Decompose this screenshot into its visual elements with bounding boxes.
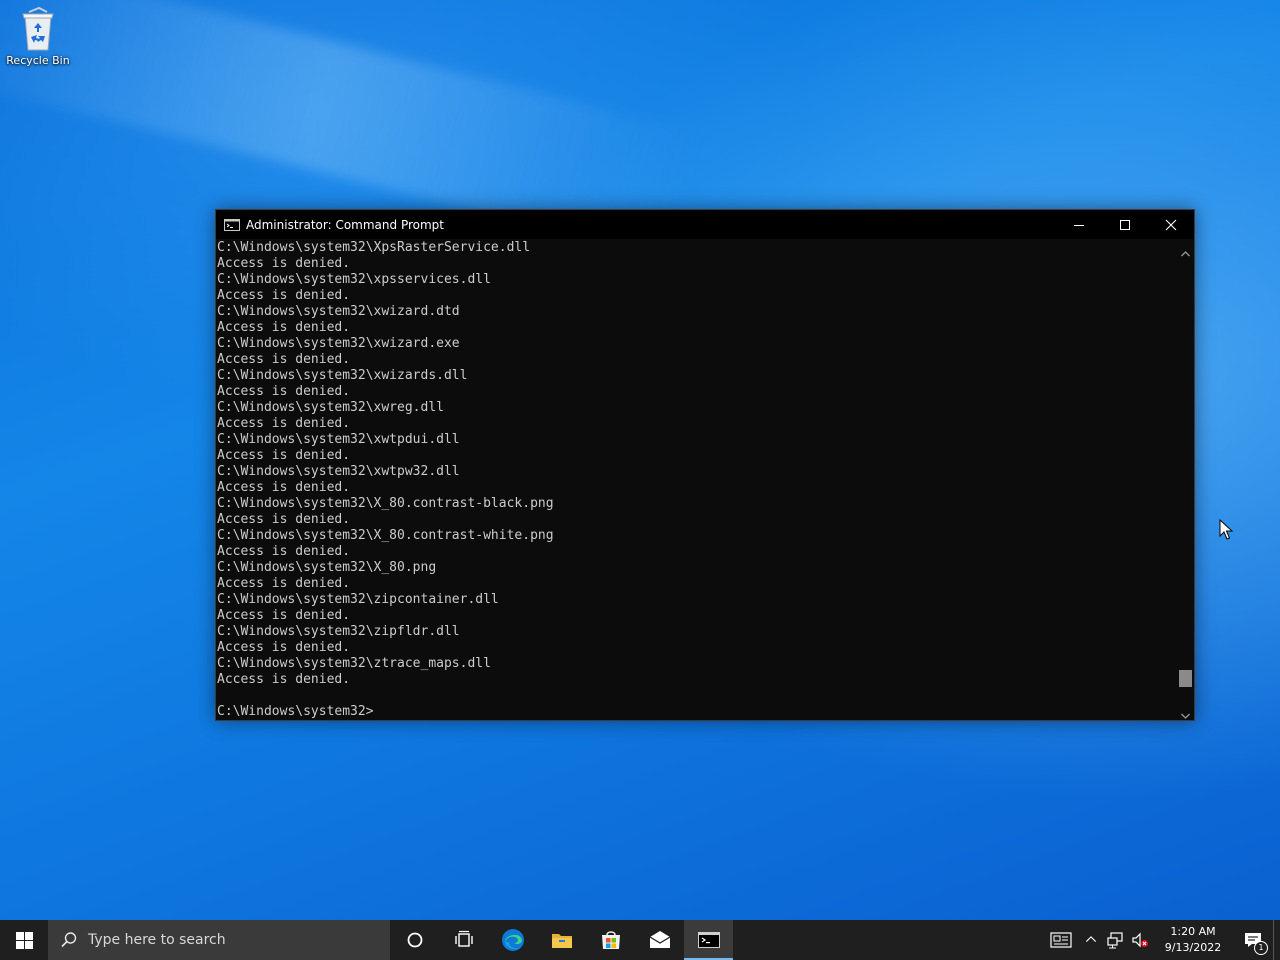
search-placeholder: Type here to search	[88, 932, 226, 948]
console-line: C:\Windows\system32\X_80.contrast-black.…	[217, 496, 554, 511]
console-line: C:\Windows\system32\XpsRasterService.dll	[217, 240, 531, 255]
show-hidden-icons-button[interactable]	[1079, 920, 1103, 960]
window-controls	[1056, 210, 1194, 239]
volume-button[interactable]	[1127, 920, 1153, 960]
search-icon	[61, 932, 77, 948]
console-line: C:\Windows\system32\zipfldr.dll	[217, 624, 460, 639]
network-icon	[1107, 932, 1123, 949]
console-line: Access is denied.	[217, 448, 351, 463]
desktop-icon-recycle-bin[interactable]: Recycle Bin	[4, 6, 72, 78]
file-explorer-icon	[551, 934, 572, 948]
scroll-up-button[interactable]	[1180, 244, 1191, 257]
task-view-icon	[454, 930, 473, 947]
volume-muted-icon	[1132, 932, 1148, 948]
console-line: C:\Windows\system32\xwtpw32.dll	[217, 464, 460, 479]
close-button[interactable]	[1148, 210, 1194, 239]
start-button[interactable]	[0, 920, 48, 960]
command-prompt-icon	[224, 218, 240, 231]
microsoft-store-button[interactable]	[586, 920, 635, 960]
scroll-down-button[interactable]	[1180, 706, 1191, 719]
console-line: Access is denied.	[217, 672, 351, 687]
close-icon	[1165, 219, 1177, 230]
console-line: C:\Windows\system32\ztrace_maps.dll	[217, 656, 491, 671]
show-desktop-button[interactable]	[1273, 920, 1280, 960]
console-line: C:\Windows\system32\xwreg.dll	[217, 400, 444, 415]
window-title: Administrator: Command Prompt	[246, 217, 444, 232]
console-line: C:\Windows\system32\X_80.contrast-white.…	[217, 528, 554, 543]
console-line: C:\Windows\system32\X_80.png	[217, 560, 437, 575]
network-button[interactable]	[1103, 920, 1127, 960]
console-line: Access is denied.	[217, 288, 351, 303]
console-line: C:\Windows\system32\xwizard.exe	[217, 336, 460, 351]
console-line: Access is denied.	[217, 320, 351, 335]
news-icon	[1050, 932, 1072, 948]
scroll-thumb[interactable]	[1179, 670, 1192, 687]
console-line: Access is denied.	[217, 544, 351, 559]
chevron-up-icon	[1181, 251, 1190, 257]
clock-time: 1:20 AM	[1170, 925, 1216, 938]
command-prompt-icon	[697, 932, 720, 948]
maximize-button[interactable]	[1102, 210, 1148, 239]
action-center-button[interactable]: 1	[1233, 920, 1273, 960]
edge-icon	[501, 929, 524, 951]
cortana-icon	[407, 932, 422, 948]
file-explorer-button[interactable]	[537, 920, 586, 960]
console-line: Access is denied.	[217, 608, 351, 623]
clock-date: 9/13/2022	[1164, 941, 1222, 954]
notification-badge: 1	[1254, 941, 1268, 955]
console-line: C:\Windows\system32\xwizard.dtd	[217, 304, 460, 319]
taskbar-search-box[interactable]: Type here to search	[48, 920, 390, 960]
taskbar: Type here to search 1:20 AM 9/13/2022 1	[0, 920, 1280, 960]
console-line: Access is denied.	[217, 352, 351, 367]
console-line: Access is denied.	[217, 480, 351, 495]
minimize-icon	[1074, 224, 1084, 226]
mouse-cursor-icon	[1219, 519, 1233, 540]
news-button[interactable]	[1043, 920, 1079, 960]
taskbar-clock[interactable]: 1:20 AM 9/13/2022	[1153, 920, 1233, 960]
console-line: C:\Windows\system32\zipcontainer.dll	[217, 592, 499, 607]
console-line: C:\Windows\system32\xpsservices.dll	[217, 272, 491, 287]
chevron-up-icon	[1085, 936, 1097, 942]
console-line: C:\Windows\system32\xwtpdui.dll	[217, 432, 460, 447]
console-line: Access is denied.	[217, 256, 351, 271]
desktop-icon-label: Recycle Bin	[6, 54, 70, 67]
microsoft-store-icon	[601, 931, 620, 949]
minimize-button[interactable]	[1056, 210, 1102, 239]
chevron-down-icon	[1181, 713, 1190, 719]
vertical-scrollbar[interactable]	[1177, 240, 1194, 720]
window-titlebar[interactable]: Administrator: Command Prompt	[216, 210, 1194, 239]
command-prompt-window[interactable]: Administrator: Command Prompt C:\Windows…	[215, 209, 1195, 721]
task-view-button[interactable]	[439, 920, 488, 960]
console-line: C:\Windows\system32>	[217, 704, 374, 719]
desktop: Recycle Bin Administrator: Command Promp…	[0, 0, 1280, 920]
console-line: Access is denied.	[217, 512, 351, 527]
recycle-bin-icon	[22, 6, 54, 51]
mail-button[interactable]	[635, 920, 684, 960]
console-output[interactable]: C:\Windows\system32\XpsRasterService.dll…	[216, 240, 1177, 720]
command-prompt-taskbar-button[interactable]	[684, 920, 733, 960]
windows-logo-icon	[15, 931, 33, 949]
maximize-icon	[1120, 219, 1130, 230]
cortana-button[interactable]	[390, 920, 439, 960]
system-tray: 1:20 AM 9/13/2022 1	[1043, 920, 1280, 960]
console-line: C:\Windows\system32\xwizards.dll	[217, 368, 468, 383]
console-line: Access is denied.	[217, 576, 351, 591]
edge-button[interactable]	[488, 920, 537, 960]
console-line: Access is denied.	[217, 640, 351, 655]
console-line: Access is denied.	[217, 416, 351, 431]
mail-icon	[649, 931, 670, 948]
console-line: Access is denied.	[217, 384, 351, 399]
